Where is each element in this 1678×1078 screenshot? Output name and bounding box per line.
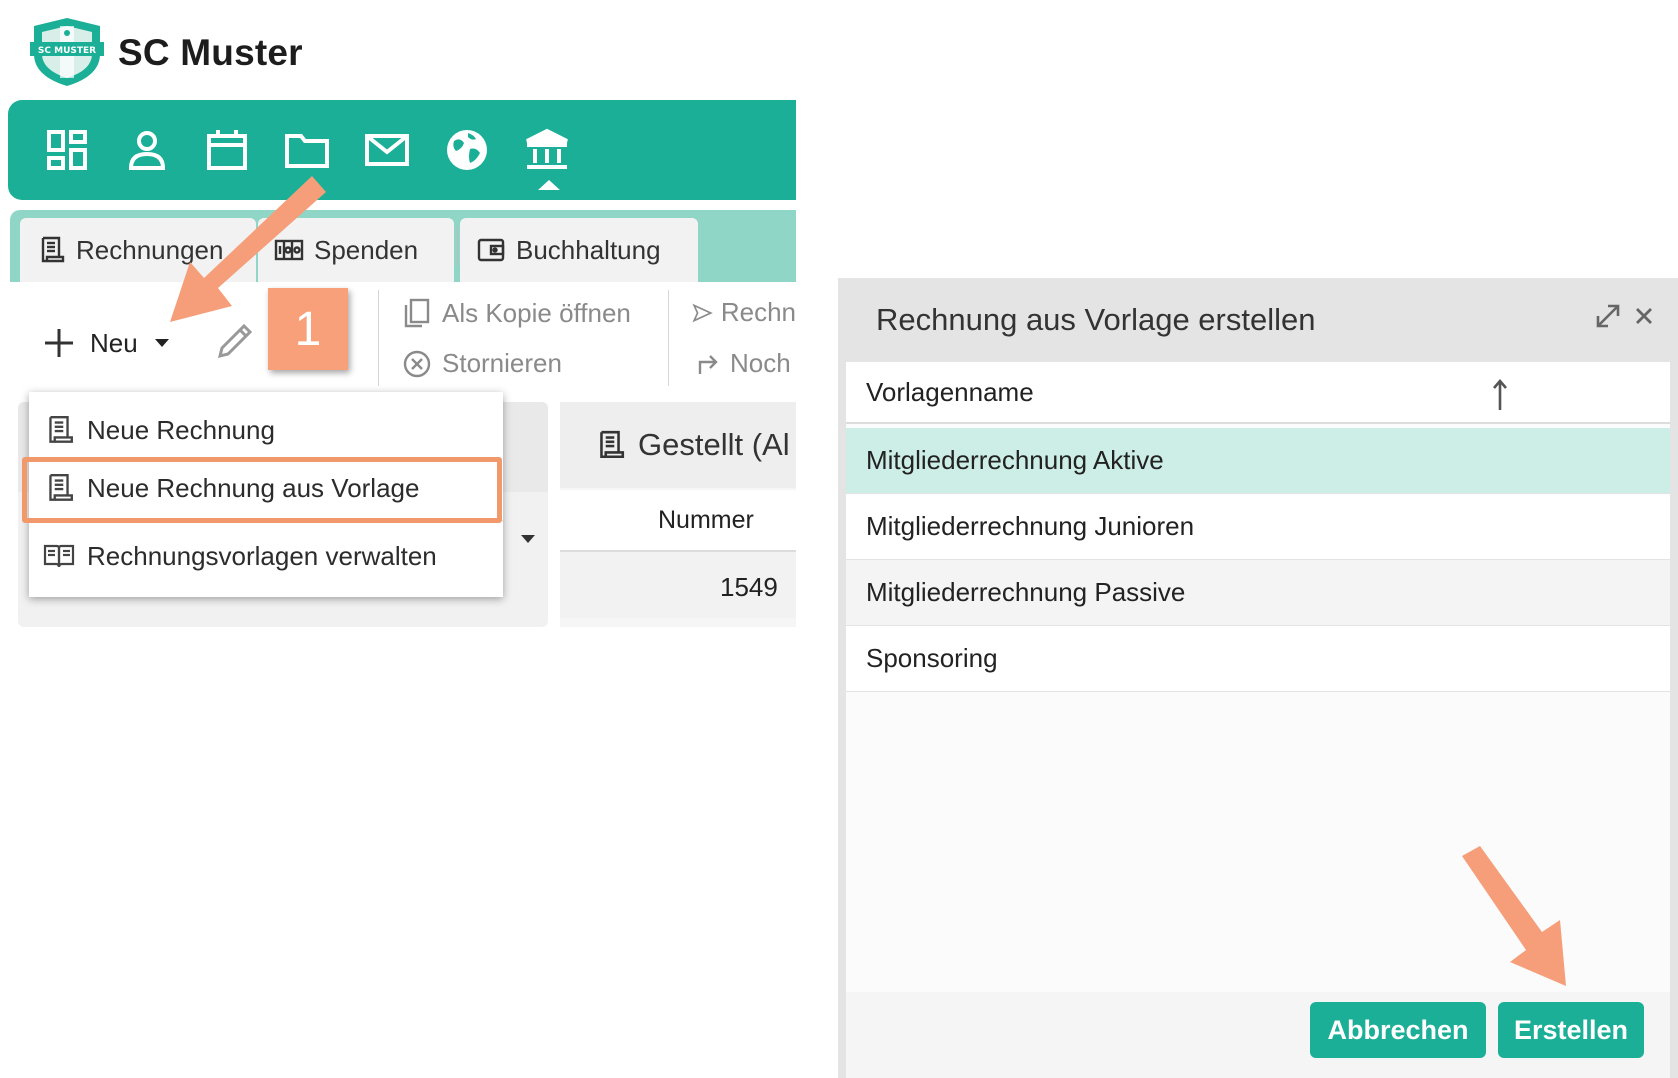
sort-ascending-icon[interactable] xyxy=(1490,378,1510,412)
logo-text: SC MUSTER xyxy=(38,46,96,56)
plus-icon xyxy=(45,329,73,357)
maximize-icon[interactable] xyxy=(1592,300,1624,332)
bank-icon[interactable] xyxy=(521,124,573,176)
receipt-icon xyxy=(49,416,73,443)
dialog-title: Rechnung aus Vorlage erstellen xyxy=(876,302,1316,337)
globe-icon[interactable] xyxy=(441,124,493,176)
caret-down-icon xyxy=(154,339,169,347)
template-name: Mitgliederrechnung Passive xyxy=(866,577,1186,607)
annotation-highlight xyxy=(22,457,502,523)
column-header-vorlagenname[interactable]: Vorlagenname xyxy=(846,362,1670,424)
cancel-circle-icon xyxy=(403,350,431,377)
tab-label: Spenden xyxy=(314,234,419,265)
active-nav-indicator xyxy=(538,180,560,190)
template-name: Sponsoring xyxy=(866,643,998,673)
copy-icon xyxy=(404,298,430,328)
column-header-label: Vorlagenname xyxy=(866,376,1034,407)
wallet-icon xyxy=(477,238,505,262)
list-item[interactable]: Mitgliederrechnung Junioren xyxy=(846,494,1670,560)
counter-icon xyxy=(274,239,304,261)
copy-open-button[interactable]: Als Kopie öffnen xyxy=(402,297,631,329)
dashboard-icon[interactable] xyxy=(41,124,93,176)
menu-item-label: Neue Rechnung xyxy=(87,414,275,445)
calendar-icon[interactable] xyxy=(201,124,253,176)
cancel-invoice-label: Stornieren xyxy=(442,348,562,378)
invoice-number: 1549 xyxy=(720,572,778,602)
edit-button[interactable] xyxy=(212,320,256,364)
book-icon xyxy=(43,544,75,568)
list-item[interactable]: Sponsoring xyxy=(846,626,1670,692)
app-title: SC Muster xyxy=(118,32,303,73)
new-button[interactable]: Neu xyxy=(42,326,170,360)
invoice-list-title: Gestellt (Al xyxy=(638,427,790,462)
list-item[interactable]: Mitgliederrechnung Passive xyxy=(846,560,1670,626)
person-icon[interactable] xyxy=(121,124,173,176)
step-badge: 1 xyxy=(268,288,348,370)
send-icon xyxy=(692,303,713,322)
filter-dropdown-caret[interactable] xyxy=(520,534,536,544)
erstellen-button[interactable]: Erstellen xyxy=(1498,1002,1644,1058)
send-invoice-button[interactable]: Rechn xyxy=(692,297,796,328)
tab-label: Rechnungen xyxy=(76,234,224,265)
menu-item-neue-rechnung[interactable]: Neue Rechnung xyxy=(29,402,503,458)
template-name: Mitgliederrechnung Aktive xyxy=(866,445,1164,475)
send-invoice-label: Rechn xyxy=(720,297,796,327)
club-logo: SC MUSTER xyxy=(30,16,104,88)
template-name: Mitgliederrechnung Junioren xyxy=(866,511,1195,541)
new-button-label: Neu xyxy=(90,327,138,358)
tab-spenden[interactable]: Spenden xyxy=(258,218,454,282)
invoice-list-header: Gestellt (Al xyxy=(560,402,796,488)
tab-rechnungen[interactable]: Rechnungen xyxy=(20,218,256,282)
receipt-icon xyxy=(600,430,625,459)
menu-item-label: Rechnungsvorlagen verwalten xyxy=(87,540,437,571)
resend-button[interactable]: Noch xyxy=(692,348,796,379)
receipt-icon xyxy=(41,236,65,263)
menu-item-rechnungsvorlagen-verwalten[interactable]: Rechnungsvorlagen verwalten xyxy=(29,528,503,584)
column-header-label: Nummer xyxy=(658,506,754,534)
folder-icon[interactable] xyxy=(281,124,333,176)
table-row[interactable]: 1549 xyxy=(560,552,796,618)
abbrechen-button[interactable]: Abbrechen xyxy=(1310,1002,1486,1058)
redo-icon xyxy=(698,354,718,374)
tab-buchhaltung[interactable]: Buchhaltung xyxy=(460,218,698,282)
pencil-icon xyxy=(217,323,253,359)
resend-label: Noch xyxy=(730,348,791,378)
mail-icon[interactable] xyxy=(361,124,413,176)
close-icon[interactable] xyxy=(1628,300,1660,332)
column-header-nummer[interactable]: Nummer xyxy=(560,490,796,552)
list-item-selected[interactable]: Mitgliederrechnung Aktive xyxy=(846,428,1670,494)
cancel-invoice-button[interactable]: Stornieren xyxy=(402,348,562,379)
tab-label: Buchhaltung xyxy=(516,234,661,265)
copy-open-label: Als Kopie öffnen xyxy=(442,297,631,328)
